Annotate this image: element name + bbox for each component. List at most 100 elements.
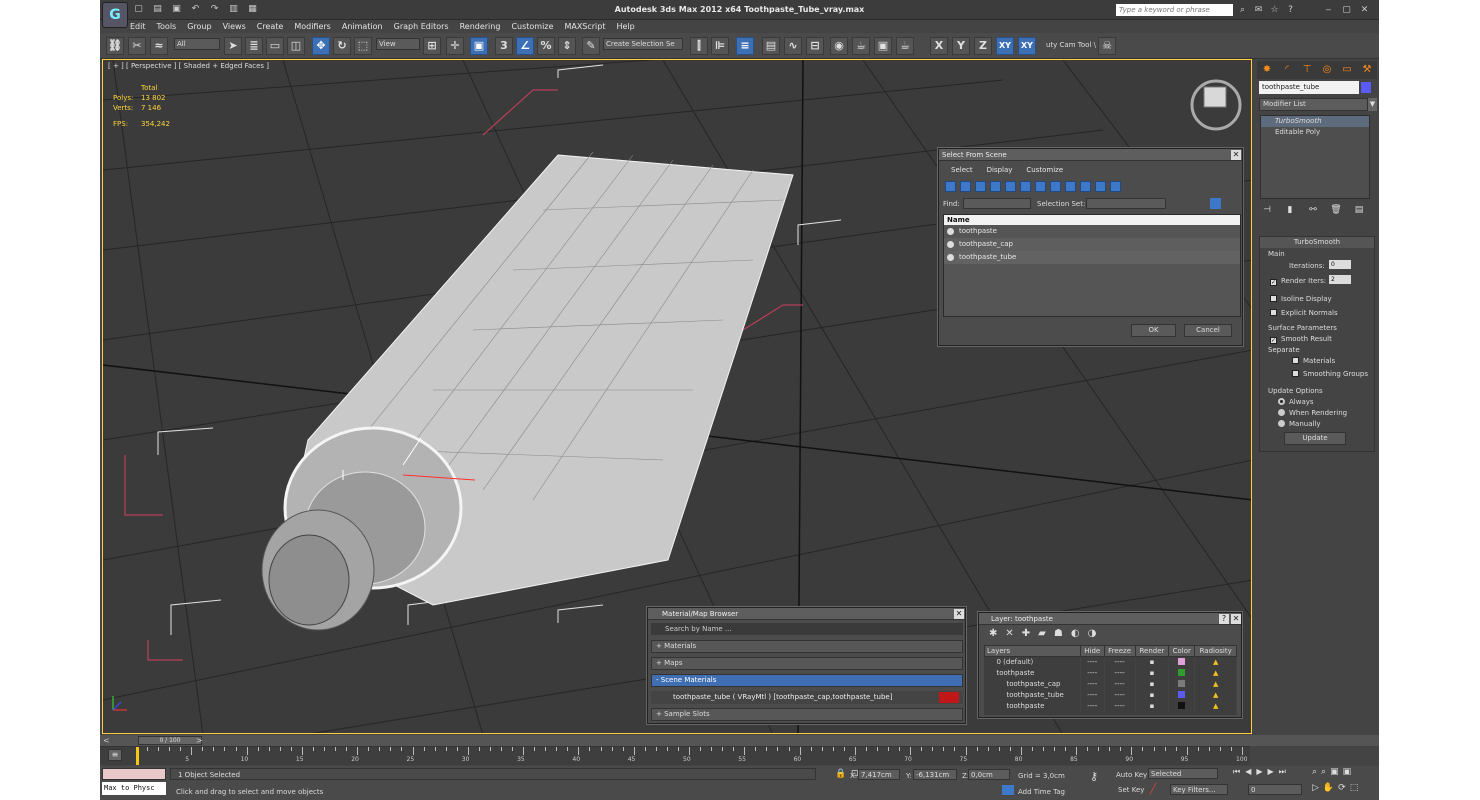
layer-column-header[interactable]: Hide <box>1080 645 1105 657</box>
undo-icon[interactable]: ↶ <box>189 4 202 16</box>
options-icon[interactable] <box>1210 198 1221 209</box>
pin-stack-icon[interactable]: ⊣ <box>1259 203 1275 217</box>
layer-row[interactable]: toothpaste ---- ---- ▪ ▲ <box>984 667 1237 679</box>
name-column-header[interactable]: Name <box>944 215 1240 225</box>
sample-slots-group[interactable]: + Sample Slots <box>651 708 963 721</box>
layer-row[interactable]: toothpaste_tube ---- ---- ▪ ▲ <box>984 689 1237 701</box>
select-by-name-icon[interactable]: ≣ <box>245 37 263 55</box>
layer-freeze[interactable]: ---- <box>1104 689 1136 701</box>
layer-hide[interactable]: ---- <box>1080 689 1105 701</box>
layer-color[interactable] <box>1168 656 1196 668</box>
layer-column-header[interactable]: Freeze <box>1103 645 1136 657</box>
menu-item[interactable]: Rendering <box>460 20 501 33</box>
zoom-extents-all-icon[interactable]: ▣ <box>1343 767 1356 777</box>
align-icon[interactable]: ⊫ <box>711 37 729 55</box>
angle-snap-icon[interactable]: ∠ <box>516 37 534 55</box>
close-icon[interactable]: ✕ <box>1231 614 1241 624</box>
layer-row[interactable]: toothpaste_cap ---- ---- ▪ ▲ <box>984 678 1237 690</box>
stack-item-turbosmooth[interactable]: TurboSmooth <box>1261 116 1369 127</box>
spinner-snap-icon[interactable]: ⇕ <box>558 37 576 55</box>
layer-column-header[interactable]: Radiosity <box>1194 645 1237 657</box>
open-file-icon[interactable]: ▤ <box>151 4 164 16</box>
highlight-layer-icon[interactable]: ☗ <box>1054 628 1071 639</box>
maxscript-listener-input[interactable]: Max to Physc <box>102 782 166 795</box>
key-mode-dropdown[interactable]: Selected <box>1148 768 1218 779</box>
select-in-layer-icon[interactable]: ▰ <box>1038 628 1054 639</box>
render-iters-checkbox[interactable]: ✓ Render Iters: <box>1270 276 1326 286</box>
edit-named-selection-icon[interactable]: ✎ <box>582 37 600 55</box>
update-button[interactable]: Update <box>1284 432 1346 445</box>
layer-color[interactable] <box>1168 667 1196 679</box>
viewport-label[interactable]: [ + ] [ Perspective ] [ Shaded + Edged F… <box>108 62 269 70</box>
layer-freeze[interactable]: ---- <box>1104 656 1136 668</box>
selection-filter-dropdown[interactable]: All <box>174 38 220 50</box>
materials-group[interactable]: + Materials <box>651 640 963 653</box>
filter-helpers-icon[interactable] <box>1005 181 1016 192</box>
dialog-menu-item[interactable]: Display <box>987 166 1013 174</box>
list-item[interactable]: toothpaste_cap <box>944 238 1240 251</box>
select-object-icon[interactable]: ➤ <box>224 37 242 55</box>
filter-geometry-icon[interactable] <box>945 181 956 192</box>
layer-hide[interactable]: ---- <box>1080 667 1105 679</box>
delete-layer-icon[interactable]: ✕ <box>1005 628 1021 639</box>
manually-radio[interactable]: Manually <box>1278 419 1321 429</box>
add-to-layer-icon[interactable]: ✚ <box>1022 628 1038 639</box>
smooth-result-checkbox[interactable]: ✓ Smooth Result <box>1270 334 1332 344</box>
reference-coordinate-dropdown[interactable]: View <box>376 38 420 50</box>
separate-materials-checkbox[interactable]: Materials <box>1292 356 1335 366</box>
utilities-tab-icon[interactable]: ⚒ <box>1359 62 1375 78</box>
material-editor-icon[interactable]: ◉ <box>830 37 848 55</box>
redo-icon[interactable]: ↷ <box>208 4 221 16</box>
field-of-view-icon[interactable]: ▷ <box>1312 783 1323 793</box>
pan-icon[interactable]: ✋ <box>1323 783 1338 793</box>
menu-item[interactable]: Modifiers <box>294 20 331 33</box>
render-icon[interactable]: ▪ <box>1135 678 1170 690</box>
next-key-icon[interactable]: ▶ <box>1268 767 1279 776</box>
motion-tab-icon[interactable]: ◎ <box>1319 62 1335 78</box>
curve-editor-icon[interactable]: ∿ <box>784 37 802 55</box>
help-icon[interactable]: ? <box>1284 4 1297 16</box>
save-file-icon[interactable]: ▣ <box>170 4 183 16</box>
help-icon[interactable]: ? <box>1219 614 1229 624</box>
prev-frame-icon[interactable]: < <box>103 736 110 745</box>
selection-set-dropdown[interactable] <box>1086 198 1166 209</box>
explicit-normals-checkbox[interactable]: Explicit Normals <box>1270 308 1338 318</box>
object-color-swatch[interactable] <box>1361 82 1371 93</box>
render-iters-spinner[interactable]: 2 <box>1329 275 1351 284</box>
select-and-scale-icon[interactable]: ⬚ <box>354 37 372 55</box>
show-end-result-icon[interactable]: ▮ <box>1282 203 1298 217</box>
bind-space-warp-icon[interactable]: ≈ <box>150 37 168 55</box>
keyboard-shortcut-override-icon[interactable]: ▣ <box>470 37 488 55</box>
menu-item[interactable]: Group <box>187 20 211 33</box>
mini-curve-editor-icon[interactable]: ≡ <box>108 749 122 761</box>
auto-key-button[interactable]: Auto Key <box>1116 771 1147 779</box>
x-coordinate-field[interactable]: 7,417cm <box>858 769 900 780</box>
hierarchy-tab-icon[interactable]: ⊤ <box>1299 62 1315 78</box>
time-slider[interactable]: 0 / 100 <box>138 736 202 745</box>
axis-x-button[interactable]: X <box>930 37 948 55</box>
layer-hide[interactable]: ---- <box>1080 700 1105 712</box>
layer-color[interactable] <box>1168 689 1196 701</box>
minimize-icon[interactable]: ‒ <box>1322 4 1335 16</box>
fetch-icon[interactable]: ▦ <box>246 4 259 16</box>
always-radio[interactable]: Always <box>1278 397 1314 407</box>
remove-modifier-icon[interactable]: 🗑 <box>1328 203 1344 217</box>
layer-manager-icon[interactable]: ≡ <box>736 37 754 55</box>
add-time-tag-label[interactable]: Add Time Tag <box>1018 788 1065 796</box>
filter-bones-icon[interactable] <box>1065 181 1076 192</box>
isoline-display-checkbox[interactable]: Isoline Display <box>1270 294 1332 304</box>
favorites-icon[interactable]: ☆ <box>1268 4 1281 16</box>
rect-selection-icon[interactable]: ▭ <box>266 37 284 55</box>
mirror-icon[interactable]: ⫿ <box>690 37 708 55</box>
timeline-ruler[interactable]: 5 10 15 20 25 30 35 40 45 50 55 60 65 70 75 80 85 90 95 100 <box>100 746 1250 765</box>
next-frame-icon[interactable]: > <box>196 736 203 745</box>
set-key-button[interactable]: Set Key <box>1118 786 1144 794</box>
filter-shapes-icon[interactable] <box>960 181 971 192</box>
turbosmooth-rollout-title[interactable]: TurboSmooth <box>1260 237 1374 248</box>
unlink-icon[interactable]: ✂ <box>128 37 146 55</box>
layer-column-header[interactable]: Layers <box>984 645 1081 657</box>
menu-item[interactable]: Views <box>223 20 246 33</box>
filter-groups-icon[interactable] <box>1035 181 1046 192</box>
radiosity-icon[interactable]: ▲ <box>1194 700 1237 712</box>
z-coordinate-field[interactable]: 0,0cm <box>968 769 1010 780</box>
